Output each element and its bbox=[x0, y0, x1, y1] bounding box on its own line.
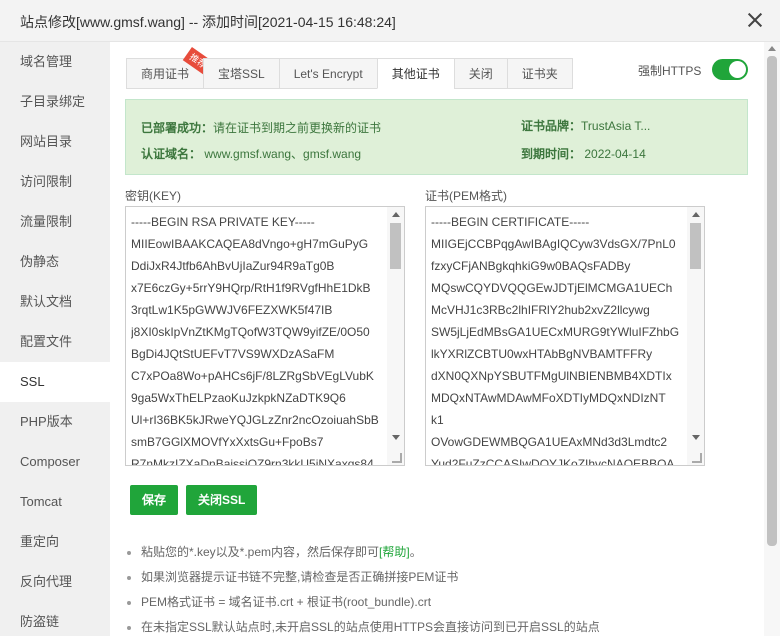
force-https-label: 强制HTTPS bbox=[638, 64, 702, 78]
deployed-label: 已部署成功： bbox=[141, 121, 214, 135]
tab-baota-ssl[interactable]: 宝塔SSL bbox=[203, 58, 279, 89]
key-scrollbar[interactable] bbox=[387, 207, 404, 465]
key-content: -----BEGIN RSA PRIVATE KEY----- MIIEowIB… bbox=[131, 215, 379, 466]
sidebar-item-composer[interactable]: Composer bbox=[0, 442, 110, 482]
save-button[interactable]: 保存 bbox=[130, 485, 179, 515]
window-title: 站点修改[www.gmsf.wang] -- 添加时间[2021-04-15 1… bbox=[20, 14, 396, 30]
key-label: 密钥(KEY) bbox=[125, 189, 182, 203]
resize-grip-icon[interactable] bbox=[692, 453, 702, 463]
scroll-down-icon[interactable] bbox=[692, 435, 700, 440]
help-notes: 粘贴您的*.key以及*.pem内容，然后保存即可[帮助]。 如果浏览器提示证书… bbox=[125, 540, 600, 636]
note-item: 在未指定SSL默认站点时,未开启SSL的站点使用HTTPS会直接访问到已开启SS… bbox=[125, 615, 600, 636]
note-item: PEM格式证书 = 域名证书.crt + 根证书(root_bundle).cr… bbox=[125, 590, 600, 615]
note-text: 粘贴您的*.key以及*.pem内容，然后保存即可 bbox=[141, 545, 380, 559]
cert-scroll-thumb[interactable] bbox=[690, 223, 701, 269]
tab-label: 商用证书 bbox=[141, 67, 190, 81]
close-icon[interactable] bbox=[746, 11, 764, 29]
scroll-up-icon[interactable] bbox=[768, 46, 776, 51]
sidebar-item-config[interactable]: 配置文件 bbox=[0, 322, 110, 362]
sidebar-item-php[interactable]: PHP版本 bbox=[0, 402, 110, 442]
scroll-up-icon[interactable] bbox=[392, 212, 400, 217]
note-text: 。 bbox=[409, 545, 422, 559]
tab-other-cert[interactable]: 其他证书 bbox=[376, 58, 454, 89]
cert-textarea[interactable]: -----BEGIN CERTIFICATE----- MIIGEjCCBPqg… bbox=[425, 206, 705, 466]
note-item: 如果浏览器提示证书链不完整,请检查是否正确拼接PEM证书 bbox=[125, 565, 600, 590]
sidebar-item-traffic-limit[interactable]: 流量限制 bbox=[0, 202, 110, 242]
expire-label: 到期时间： bbox=[521, 147, 582, 161]
domain-label: 认证域名： bbox=[141, 147, 202, 161]
expire-row: 到期时间： 2022-04-14 bbox=[521, 145, 646, 162]
sidebar-item-hotlink[interactable]: 防盗链 bbox=[0, 602, 110, 636]
sidebar-item-site-dir[interactable]: 网站目录 bbox=[0, 122, 110, 162]
help-link[interactable]: [帮助] bbox=[379, 545, 410, 559]
title-bar: 站点修改[www.gmsf.wang] -- 添加时间[2021-04-15 1… bbox=[0, 0, 780, 42]
sidebar: 域名管理 子目录绑定 网站目录 访问限制 流量限制 伪静态 默认文档 配置文件 … bbox=[0, 42, 110, 636]
domain-row: 认证域名： www.gmsf.wang、gmsf.wang bbox=[141, 145, 361, 162]
sidebar-item-tomcat[interactable]: Tomcat bbox=[0, 482, 110, 522]
domain-value: www.gmsf.wang、gmsf.wang bbox=[204, 147, 362, 161]
sidebar-item-reverse-proxy[interactable]: 反向代理 bbox=[0, 562, 110, 602]
deployed-row: 已部署成功：请在证书到期之前更换新的证书 bbox=[141, 119, 381, 136]
scroll-down-icon[interactable] bbox=[392, 435, 400, 440]
sidebar-item-domain[interactable]: 域名管理 bbox=[0, 42, 110, 82]
key-textarea[interactable]: -----BEGIN RSA PRIVATE KEY----- MIIEowIB… bbox=[125, 206, 405, 466]
tab-commercial[interactable]: 商用证书 推荐 bbox=[126, 46, 214, 89]
resize-grip-icon[interactable] bbox=[392, 453, 402, 463]
cert-status-panel: 已部署成功：请在证书到期之前更换新的证书 认证域名： www.gmsf.wang… bbox=[125, 99, 748, 175]
cert-label: 证书(PEM格式) bbox=[425, 189, 507, 203]
scroll-up-icon[interactable] bbox=[692, 212, 700, 217]
sidebar-item-redirect[interactable]: 重定向 bbox=[0, 522, 110, 562]
brand-row: 证书品牌：TrustAsia T... bbox=[521, 117, 650, 134]
brand-value: TrustAsia T... bbox=[581, 119, 651, 133]
deployed-text: 请在证书到期之前更换新的证书 bbox=[213, 121, 382, 135]
cert-scrollbar[interactable] bbox=[687, 207, 704, 465]
tab-lets-encrypt[interactable]: Let's Encrypt bbox=[278, 58, 377, 89]
sidebar-item-ssl[interactable]: SSL bbox=[0, 362, 110, 402]
tab-close[interactable]: 关闭 bbox=[453, 58, 507, 89]
key-scroll-thumb[interactable] bbox=[390, 223, 401, 269]
sidebar-item-default-doc[interactable]: 默认文档 bbox=[0, 282, 110, 322]
sidebar-item-subdir[interactable]: 子目录绑定 bbox=[0, 82, 110, 122]
force-https-toggle[interactable] bbox=[712, 59, 748, 80]
tab-cert-folder[interactable]: 证书夹 bbox=[506, 58, 573, 89]
expire-value: 2022-04-14 bbox=[584, 147, 646, 161]
ssl-tabs: 商用证书 推荐 宝塔SSL Let's Encrypt 其他证书 关闭 证书夹 bbox=[126, 46, 573, 89]
toggle-knob bbox=[729, 61, 746, 78]
cert-content: -----BEGIN CERTIFICATE----- MIIGEjCCBPqg… bbox=[431, 215, 680, 466]
note-item: 粘贴您的*.key以及*.pem内容，然后保存即可[帮助]。 bbox=[125, 540, 600, 565]
sidebar-item-rewrite[interactable]: 伪静态 bbox=[0, 242, 110, 282]
close-ssl-button[interactable]: 关闭SSL bbox=[186, 485, 258, 515]
sidebar-item-access-limit[interactable]: 访问限制 bbox=[0, 162, 110, 202]
page-scroll-thumb[interactable] bbox=[767, 56, 777, 546]
brand-label: 证书品牌： bbox=[521, 119, 582, 133]
